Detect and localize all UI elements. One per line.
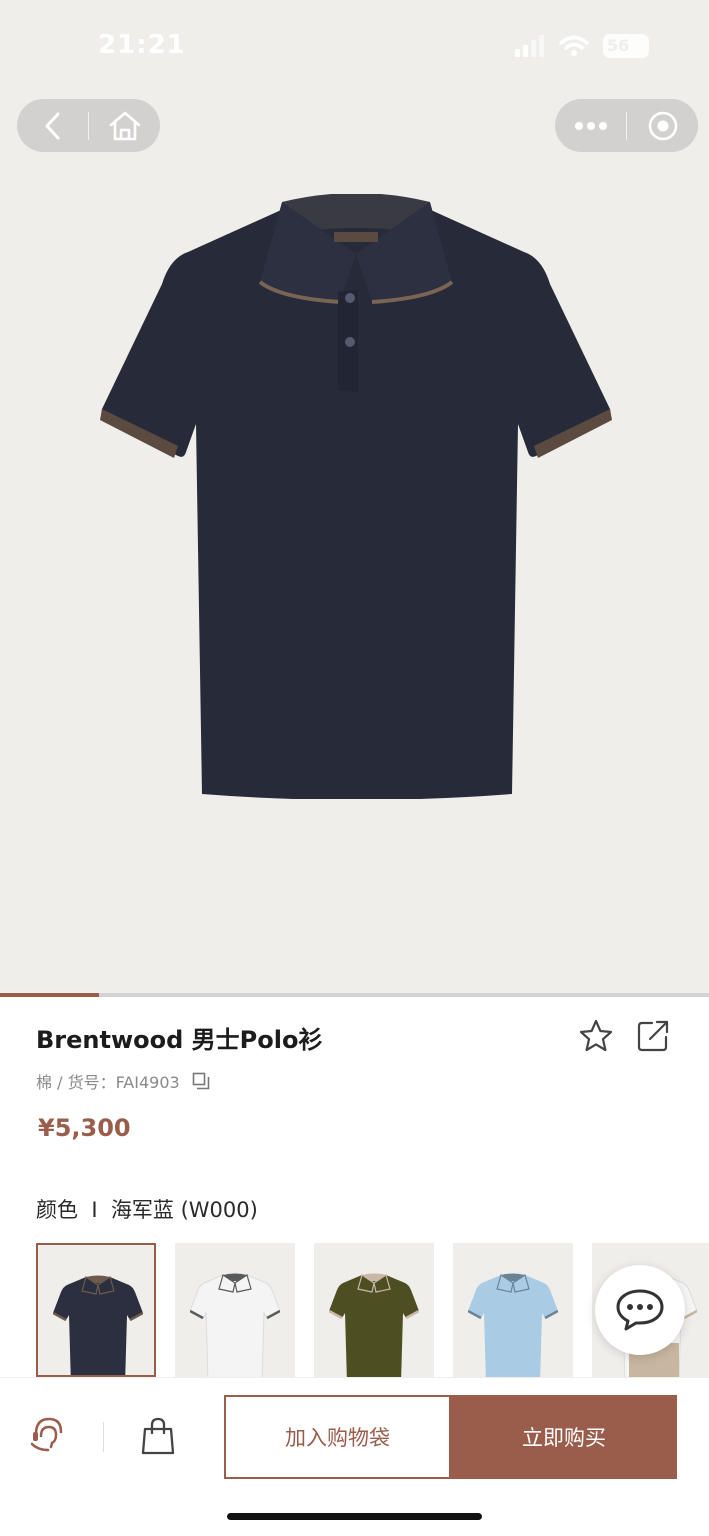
- status-icons: 56: [515, 34, 649, 58]
- add-to-bag-button[interactable]: 加入购物袋: [224, 1395, 451, 1479]
- more-button[interactable]: [555, 99, 626, 152]
- home-indicator: [227, 1513, 482, 1520]
- swatch-polo-image: [190, 1273, 280, 1377]
- signal-icon: [515, 35, 544, 57]
- product-title: Brentwood 男士Polo衫: [36, 1026, 323, 1054]
- color-swatch-olive[interactable]: [314, 1243, 434, 1377]
- product-meta: 棉 / 货号：FAI4903: [36, 1069, 210, 1093]
- battery-indicator: 56: [603, 34, 649, 58]
- customer-service-icon[interactable]: [28, 1414, 68, 1454]
- bottom-divider: [103, 1422, 104, 1452]
- target-circle-icon: [648, 111, 677, 140]
- status-time: 21:21: [98, 30, 186, 60]
- color-swatch-light-blue[interactable]: [453, 1243, 573, 1377]
- swatch-polo-image: [53, 1275, 143, 1375]
- back-button[interactable]: [17, 99, 88, 152]
- product-meta-text: 棉 / 货号：FAI4903: [36, 1073, 180, 1092]
- product-image-area[interactable]: 21:21 56: [0, 0, 709, 993]
- chevron-left-icon: [45, 112, 59, 139]
- swatch-polo-image: [329, 1273, 419, 1377]
- gallery-progress: [0, 993, 709, 997]
- nav-capsule-right: [555, 99, 698, 152]
- selected-color-label: 颜色 I 海军蓝 (W000): [36, 1198, 258, 1222]
- product-image-polo-navy: [100, 194, 612, 799]
- nav-capsule-left: [17, 99, 160, 152]
- chat-bubble-icon: [616, 1289, 664, 1331]
- product-price: ¥5,300: [38, 1114, 131, 1142]
- wifi-icon: [559, 35, 589, 56]
- more-dots-icon: [574, 121, 607, 130]
- home-icon: [109, 111, 140, 140]
- home-button[interactable]: [89, 99, 160, 152]
- status-bar: 21:21 56: [0, 0, 709, 90]
- share-icon[interactable]: [636, 1019, 670, 1053]
- gallery-progress-fill: [0, 993, 100, 997]
- color-swatch-white[interactable]: [175, 1243, 295, 1377]
- buy-now-button[interactable]: 立即购买: [451, 1395, 677, 1479]
- favorite-star-icon[interactable]: [578, 1018, 614, 1054]
- close-miniprogram-button[interactable]: [627, 99, 698, 152]
- color-swatch-navy[interactable]: [36, 1243, 156, 1377]
- swatch-polo-image: [468, 1273, 558, 1377]
- chat-button[interactable]: [595, 1265, 685, 1355]
- copy-icon[interactable]: [192, 1072, 210, 1090]
- shopping-bag-icon[interactable]: [138, 1416, 178, 1456]
